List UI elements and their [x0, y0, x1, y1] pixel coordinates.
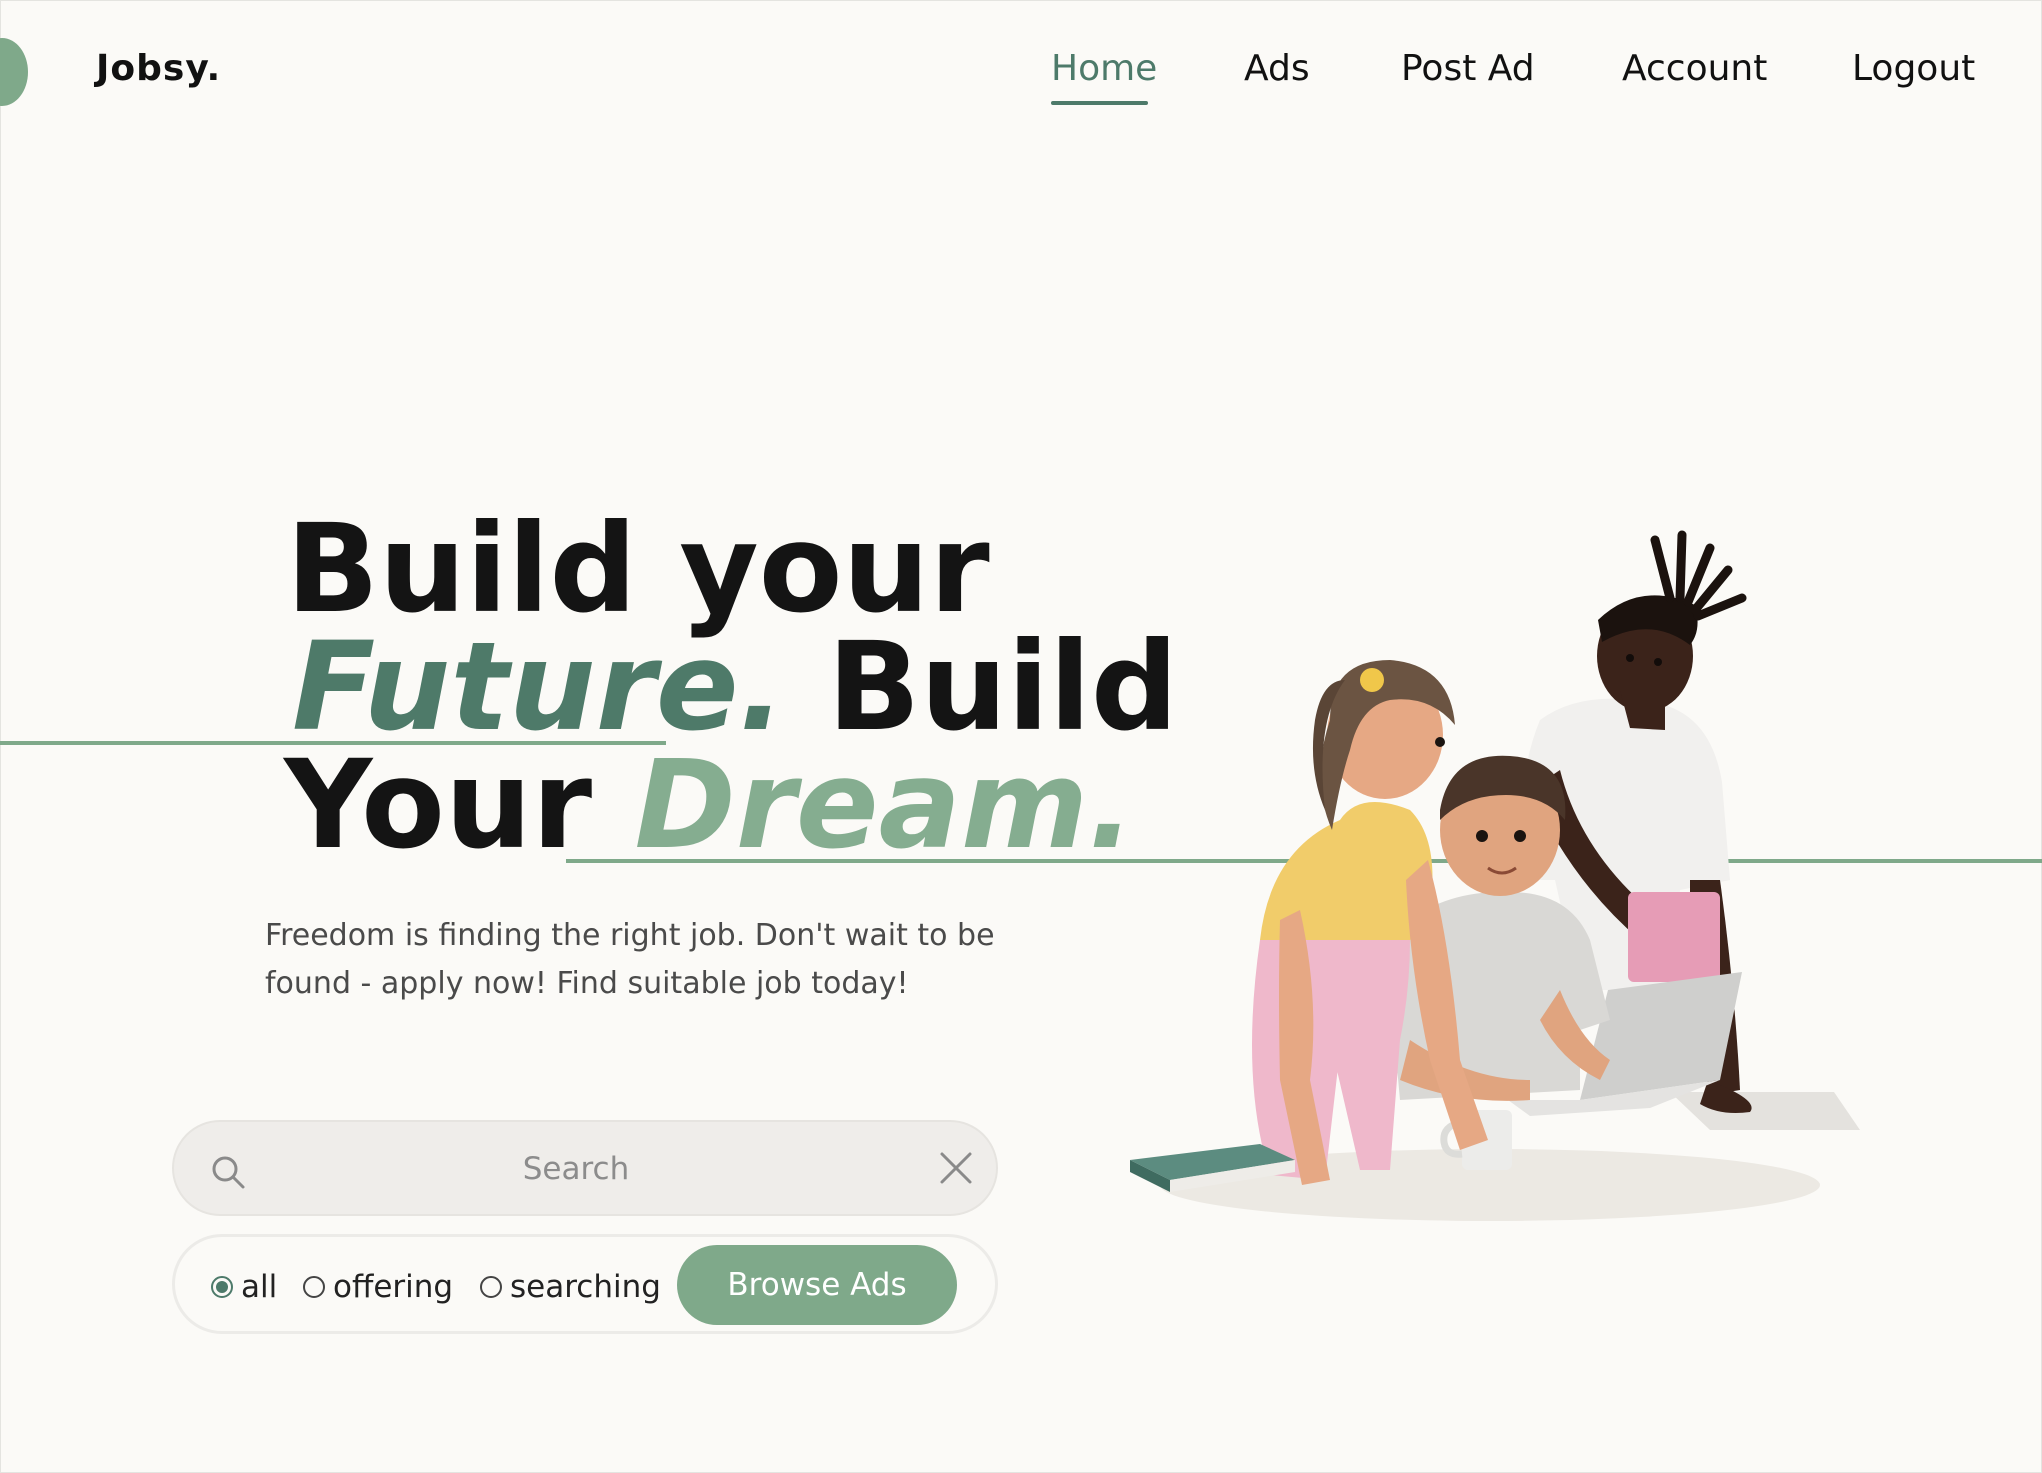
nav-logout[interactable]: Logout [1852, 48, 1975, 89]
browse-ads-button[interactable]: Browse Ads [677, 1245, 957, 1325]
radio-offering-label: offering [333, 1269, 454, 1305]
radio-all-label: all [241, 1269, 278, 1305]
radio-button-checked[interactable] [211, 1276, 233, 1298]
search-input[interactable] [284, 1140, 868, 1198]
ad-type-filter: all offering searching Browse Ads [172, 1234, 998, 1334]
search-bar [172, 1120, 998, 1216]
decorative-rule-left [0, 741, 666, 745]
team-illustration [1130, 530, 1860, 1221]
nav-post-ad[interactable]: Post Ad [1401, 48, 1535, 89]
nav-account[interactable]: Account [1622, 48, 1767, 89]
radio-searching[interactable]: searching [480, 1269, 661, 1305]
radio-button[interactable] [303, 1276, 325, 1298]
landing-page: Jobsy. Home Ads Post Ad Account Logout B… [0, 0, 2042, 1473]
hero-accent-dream: Dream. [634, 734, 1135, 876]
radio-offering[interactable]: offering [303, 1269, 453, 1305]
brand-logo[interactable]: Jobsy. [96, 48, 221, 89]
brand-dot-decoration [0, 38, 28, 106]
radio-searching-label: searching [510, 1269, 661, 1305]
hero-line-2: Future. Build [292, 626, 1178, 748]
nav-home[interactable]: Home [1051, 48, 1157, 89]
radio-button[interactable] [480, 1276, 502, 1298]
hero-tagline: Freedom is finding the right job. Don't … [265, 918, 995, 1001]
close-icon[interactable] [938, 1150, 974, 1186]
radio-all[interactable]: all [211, 1269, 277, 1305]
nav-active-indicator [1051, 101, 1148, 105]
hero-line-1: Build your [286, 508, 990, 630]
hero-line-3-start: Your [284, 734, 635, 876]
hero-line-3: Your Dream. [284, 744, 1134, 866]
nav-ads[interactable]: Ads [1244, 48, 1310, 89]
search-icon [212, 1156, 245, 1189]
